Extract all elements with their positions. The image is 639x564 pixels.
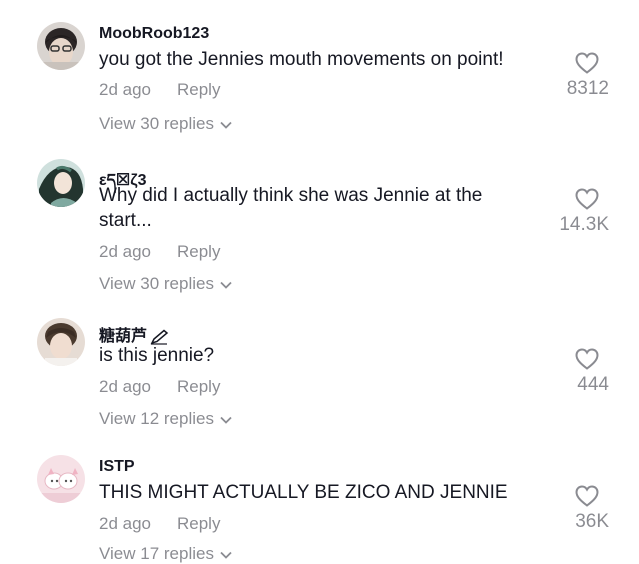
view-replies-label: View 17 replies bbox=[99, 544, 214, 563]
reply-button[interactable]: Reply bbox=[177, 377, 220, 396]
heart-outline-icon[interactable] bbox=[575, 485, 599, 507]
heart-outline-icon[interactable] bbox=[575, 188, 599, 210]
comment-meta: 2d ago Reply bbox=[99, 514, 220, 534]
view-replies-label: View 30 replies bbox=[99, 114, 214, 133]
view-replies-label: View 12 replies bbox=[99, 409, 214, 428]
like-control: 444 bbox=[539, 348, 609, 396]
view-replies-button[interactable]: View 30 replies bbox=[99, 114, 232, 134]
like-control: 36K bbox=[539, 485, 609, 533]
comment-time: 2d ago bbox=[99, 80, 151, 99]
chevron-down-icon bbox=[220, 281, 232, 289]
chevron-down-icon bbox=[220, 416, 232, 424]
view-replies-label: View 30 replies bbox=[99, 274, 214, 293]
reply-button[interactable]: Reply bbox=[177, 514, 220, 533]
comment-time: 2d ago bbox=[99, 514, 151, 533]
like-count: 36K bbox=[575, 511, 609, 532]
heart-outline-icon[interactable] bbox=[575, 52, 599, 74]
reply-button[interactable]: Reply bbox=[177, 242, 220, 261]
comment-text: is this jennie? bbox=[99, 345, 215, 366]
comment-username[interactable]: MoobRoob123 bbox=[99, 25, 209, 43]
comment-text: you got the Jennies mouth movements on p… bbox=[99, 49, 504, 70]
avatar[interactable] bbox=[37, 455, 85, 503]
comment-time: 2d ago bbox=[99, 377, 151, 396]
like-control: 8312 bbox=[539, 52, 609, 100]
comment-text: Why did I actually think she was Jennie … bbox=[99, 185, 483, 231]
avatar[interactable] bbox=[37, 159, 85, 207]
like-count: 8312 bbox=[566, 78, 609, 99]
avatar[interactable] bbox=[37, 22, 85, 70]
like-count: 14.3K bbox=[559, 214, 609, 235]
heart-outline-icon[interactable] bbox=[575, 348, 599, 370]
comment-meta: 2d ago Reply bbox=[99, 377, 220, 397]
comment-time: 2d ago bbox=[99, 242, 151, 261]
reply-button[interactable]: Reply bbox=[177, 80, 220, 99]
comment-username[interactable]: ISTP bbox=[99, 458, 135, 476]
chevron-down-icon bbox=[220, 121, 232, 129]
avatar[interactable] bbox=[37, 318, 85, 366]
comment-meta: 2d ago Reply bbox=[99, 80, 220, 100]
comment-meta: 2d ago Reply bbox=[99, 242, 220, 262]
like-control: 14.3K bbox=[539, 188, 609, 236]
comment-text: THIS MIGHT ACTUALLY BE ZICO AND JENNIE bbox=[99, 482, 508, 503]
like-count: 444 bbox=[577, 374, 609, 395]
view-replies-button[interactable]: View 17 replies bbox=[99, 544, 232, 564]
view-replies-button[interactable]: View 30 replies bbox=[99, 274, 232, 294]
view-replies-button[interactable]: View 12 replies bbox=[99, 409, 232, 429]
